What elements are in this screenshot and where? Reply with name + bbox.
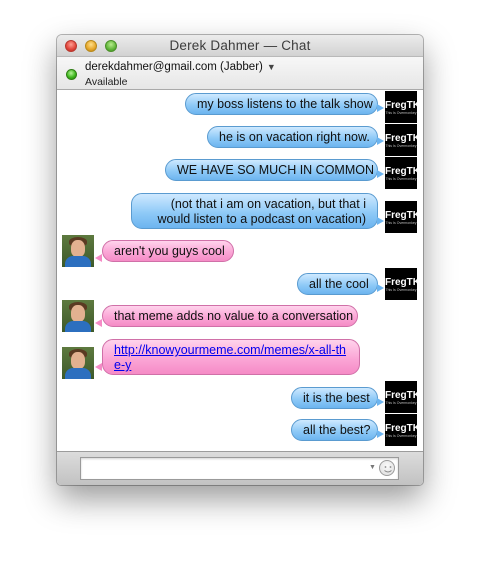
status-indicator-icon — [66, 69, 77, 80]
message-text: he is on vacation right now. — [219, 130, 370, 144]
avatar-shirt — [65, 256, 91, 267]
message-text: (not that i am on vacation, but that i w… — [157, 197, 366, 226]
avatar-face — [71, 240, 85, 257]
smiley-icon[interactable] — [379, 460, 395, 476]
message-bubble[interactable]: that meme adds no value to a conversatio… — [102, 305, 358, 327]
message-bubble[interactable]: he is on vacation right now. — [207, 126, 378, 148]
message-bubble[interactable]: all the cool — [297, 273, 378, 295]
message-link[interactable]: http://knowyourmeme.com/memes/x-all-the-… — [114, 343, 346, 372]
avatar: FregTK This Is Overmonkey — [385, 381, 420, 413]
account-selector[interactable]: derekdahmer@gmail.com (Jabber) ▼ — [85, 61, 276, 73]
avatar-face — [71, 352, 85, 369]
avatar: FregTK This Is Overmonkey — [385, 414, 420, 446]
avatar — [62, 300, 94, 332]
chat-transcript[interactable]: my boss listens to the talk show FregTK … — [57, 91, 423, 451]
bubble-tail — [377, 398, 384, 406]
avatar-tagline: This Is Overmonkey — [385, 111, 417, 115]
chevron-down-icon[interactable]: ▼ — [369, 464, 376, 471]
avatar-tagline: This Is Overmonkey — [385, 177, 417, 181]
avatar: FregTK This Is Overmonkey — [385, 268, 420, 300]
bubble-tail — [377, 430, 384, 438]
bubble-tail — [95, 363, 102, 371]
message-bubble[interactable]: my boss listens to the talk show — [185, 93, 378, 115]
avatar-shirt — [65, 321, 91, 332]
message-bubble[interactable]: (not that i am on vacation, but that i w… — [131, 193, 378, 229]
avatar-name: FregTK — [385, 166, 420, 177]
avatar — [62, 235, 94, 267]
avatar-shirt — [65, 368, 91, 379]
avatar-name: FregTK — [385, 277, 420, 288]
bubble-tail — [95, 254, 102, 262]
message-text: all the best? — [303, 423, 371, 437]
compose-bar: ▼ — [57, 451, 423, 485]
avatar: FregTK This Is Overmonkey — [385, 157, 420, 189]
message-text: aren't you guys cool — [114, 244, 225, 258]
bubble-tail — [377, 170, 384, 178]
message-bubble[interactable]: it is the best — [291, 387, 378, 409]
avatar-name: FregTK — [385, 210, 420, 221]
bubble-tail — [377, 284, 384, 292]
message-bubble[interactable]: aren't you guys cool — [102, 240, 234, 262]
avatar-tagline: This Is Overmonkey — [385, 221, 417, 225]
message-text: it is the best — [303, 391, 370, 405]
window-title: Derek Dahmer — Chat — [169, 38, 311, 53]
bubble-tail — [377, 217, 384, 225]
bubble-tail — [377, 104, 384, 112]
message-bubble[interactable]: WE HAVE SO MUCH IN COMMON — [165, 159, 378, 181]
avatar-tagline: This Is Overmonkey — [385, 288, 417, 292]
message-text: all the cool — [309, 277, 369, 291]
chat-window: Derek Dahmer — Chat derekdahmer@gmail.co… — [57, 35, 423, 485]
status-bar: derekdahmer@gmail.com (Jabber) ▼ Availabl… — [57, 57, 423, 90]
chevron-down-icon[interactable]: ▼ — [267, 62, 276, 72]
avatar: FregTK This Is Overmonkey — [385, 201, 420, 233]
message-text: that meme adds no value to a conversatio… — [114, 309, 354, 323]
message-text: my boss listens to the talk show — [197, 97, 373, 111]
avatar — [62, 347, 94, 379]
account-label: derekdahmer@gmail.com (Jabber) — [85, 61, 263, 73]
message-text: WE HAVE SO MUCH IN COMMON — [177, 163, 374, 177]
avatar-name: FregTK — [385, 423, 420, 434]
avatar-tagline: This Is Overmonkey — [385, 144, 417, 148]
message-input[interactable] — [80, 457, 399, 480]
avatar-tagline: This Is Overmonkey — [385, 401, 417, 405]
avatar: FregTK This Is Overmonkey — [385, 91, 420, 123]
avatar-tagline: This Is Overmonkey — [385, 434, 417, 438]
avatar: FregTK This Is Overmonkey — [385, 124, 420, 156]
avatar-name: FregTK — [385, 133, 420, 144]
bubble-tail — [95, 319, 102, 327]
message-bubble: http://knowyourmeme.com/memes/x-all-the-… — [102, 339, 360, 375]
title-bar[interactable]: Derek Dahmer — Chat — [57, 35, 423, 57]
avatar-face — [71, 305, 85, 322]
bubble-tail — [377, 137, 384, 145]
avatar-name: FregTK — [385, 390, 420, 401]
availability-status[interactable]: Available — [85, 76, 127, 88]
avatar-name: FregTK — [385, 100, 420, 111]
message-bubble[interactable]: all the best? — [291, 419, 378, 441]
